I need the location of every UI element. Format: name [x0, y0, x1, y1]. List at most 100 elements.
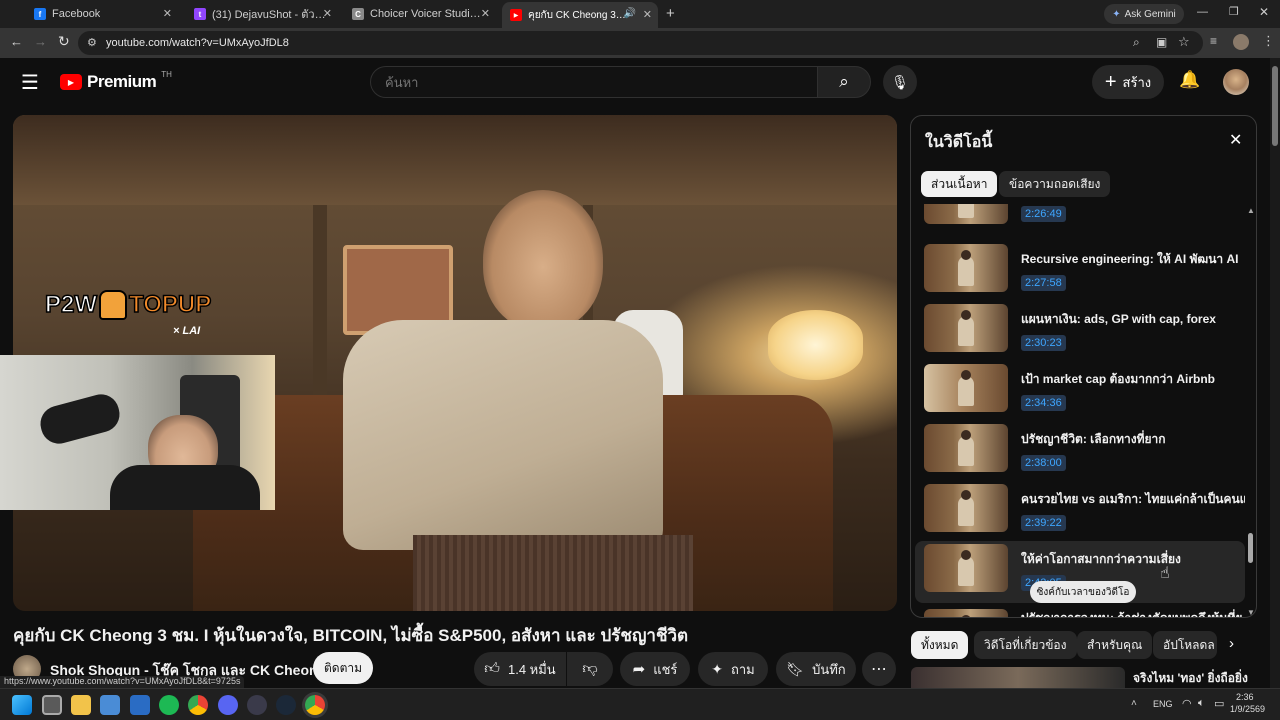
chrome-icon[interactable]: [188, 695, 208, 715]
task-view-icon[interactable]: [42, 695, 62, 715]
search-button[interactable]: ⌕: [817, 66, 871, 98]
chapter-time[interactable]: 2:27:58: [1021, 275, 1066, 291]
input-language[interactable]: ENG: [1153, 699, 1173, 709]
hamburger-menu-icon[interactable]: ☰: [21, 70, 39, 95]
chip-transcript[interactable]: ข้อความถอดเสียง: [999, 171, 1111, 197]
battery-icon[interactable]: ▭: [1214, 697, 1224, 710]
new-tab-button[interactable]: +: [666, 5, 675, 22]
profile-avatar[interactable]: [1233, 34, 1249, 50]
chapters-list[interactable]: 2:26:49 Recursive engineering: ให้ AI พั…: [911, 204, 1245, 617]
browser-menu-icon[interactable]: ⋮: [1262, 33, 1275, 49]
chapter-time[interactable]: 2:38:00: [1021, 455, 1066, 471]
chip-for-you[interactable]: สำหรับคุณ: [1077, 631, 1153, 659]
steam-icon[interactable]: [276, 695, 296, 715]
reading-list-icon[interactable]: ≡: [1210, 34, 1217, 48]
app-icon[interactable]: [247, 695, 267, 715]
restore-icon[interactable]: ❐: [1229, 5, 1239, 18]
chapter-title: แผนหาเงิน: ads, GP with cap, forex: [1021, 312, 1216, 326]
back-icon[interactable]: ←: [10, 34, 23, 49]
cast-icon[interactable]: ▣: [1156, 35, 1167, 49]
discord-icon[interactable]: [218, 695, 238, 715]
clock-time[interactable]: 2:36: [1236, 692, 1254, 702]
file-explorer-icon[interactable]: [71, 695, 91, 715]
chip-related[interactable]: วิดีโอที่เกี่ยวข้อง: [974, 631, 1077, 659]
url-text: youtube.com/watch?v=UMxAyoJfDL8: [106, 37, 289, 49]
panel-title: ในวิดีโอนี้: [925, 134, 993, 151]
search-input[interactable]: [370, 66, 818, 98]
chapter-item[interactable]: ปรัชญาชีวิต: เลือกทางที่ยาก 2:38:00: [924, 424, 1244, 480]
tab-title: Choicer Voicer Studio — Free C: [370, 8, 482, 20]
chip-chapters[interactable]: ส่วนเนื้อหา: [921, 171, 998, 197]
calculator-icon[interactable]: [100, 695, 120, 715]
more-actions-button[interactable]: ⋯: [862, 652, 896, 686]
person-trousers: [413, 535, 693, 611]
panel-scrollbar-thumb[interactable]: [1248, 533, 1253, 563]
close-tab-icon[interactable]: ✕: [163, 7, 172, 20]
tab-title: คุยกับ CK Cheong 3 ชม. I หุ้น: [528, 9, 628, 21]
outlook-icon[interactable]: [130, 695, 150, 715]
chapter-item[interactable]: เป้า market cap ต้องมากกว่า Airbnb 2:34:…: [924, 364, 1244, 420]
dislike-button[interactable]: 👎︎: [567, 652, 613, 686]
page-scrollbar-thumb[interactable]: [1272, 66, 1278, 146]
chrome-active-icon[interactable]: [305, 695, 325, 715]
scroll-up-arrow-icon[interactable]: ▲: [1247, 206, 1255, 215]
notifications-bell-icon[interactable]: 🔔: [1179, 70, 1200, 90]
spotify-icon[interactable]: [159, 695, 179, 715]
chapter-item[interactable]: คนรวยไทย vs อเมริกา: ไทยแค่กล้าเป็นคนแรก…: [924, 484, 1245, 540]
account-avatar[interactable]: [1223, 69, 1249, 95]
chapter-time[interactable]: 2:26:49: [1021, 206, 1066, 222]
close-tab-icon[interactable]: ✕: [643, 8, 652, 21]
search-icon: ⌕: [839, 72, 849, 91]
chapter-time[interactable]: 2:30:23: [1021, 335, 1066, 351]
clock-date[interactable]: 1/9/2569: [1230, 704, 1265, 714]
save-button[interactable]: 🔖︎ บันทึก: [776, 652, 856, 686]
page-scrollbar[interactable]: [1270, 58, 1280, 688]
like-count: 1.4 หมื่น: [507, 661, 556, 677]
minimize-icon[interactable]: —: [1197, 6, 1208, 18]
thumbs-up-icon: 👍︎: [484, 660, 500, 677]
scroll-down-arrow-icon[interactable]: ▼: [1247, 608, 1255, 617]
chapter-item[interactable]: แผนหาเงิน: ads, GP with cap, forex 2:30:…: [924, 304, 1244, 360]
tab-choicer-voicer[interactable]: C Choicer Voicer Studio — Free C ✕: [344, 3, 496, 25]
tray-chevron-icon[interactable]: ˄: [1131, 698, 1137, 709]
create-button[interactable]: + สร้าง: [1092, 65, 1164, 99]
chapter-time[interactable]: 2:39:22: [1021, 515, 1066, 531]
volume-icon[interactable]: 🔈︎: [1198, 697, 1205, 710]
close-window-icon[interactable]: ✕: [1259, 5, 1269, 19]
address-bar[interactable]: ⚙ youtube.com/watch?v=UMxAyoJfDL8 ⌕ ▣ ☆: [78, 31, 1203, 55]
close-panel-icon[interactable]: ✕: [1229, 130, 1242, 150]
zoom-icon[interactable]: ⌕: [1133, 35, 1140, 50]
tab-facebook[interactable]: f Facebook ✕: [26, 3, 178, 25]
forward-icon[interactable]: →: [34, 34, 47, 49]
related-video-title[interactable]: จริงไหม 'ทอง' ยิ่งถือยิ่ง: [1133, 669, 1248, 688]
tab-dejavushot[interactable]: t (31) DejavuShot - ตัวสร้างวิดีโอ - ✕: [186, 3, 338, 25]
chapter-thumbnail: [924, 544, 1008, 592]
wifi-icon[interactable]: ◠: [1182, 697, 1192, 710]
hand-cursor-icon: ☝: [1160, 565, 1170, 582]
brand-topup: TOPUP: [128, 290, 212, 319]
tab-youtube-active[interactable]: ▶ คุยกับ CK Cheong 3 ชม. I หุ้น 🔊 ✕: [502, 2, 658, 28]
chevron-right-icon[interactable]: ›: [1229, 635, 1234, 652]
chip-all[interactable]: ทั้งหมด: [911, 631, 969, 659]
voice-search-button[interactable]: 🎙: [883, 65, 917, 99]
close-tab-icon[interactable]: ✕: [323, 7, 332, 20]
subscribe-button[interactable]: ติดตาม: [313, 652, 373, 684]
chip-uploads[interactable]: อัปโหลดล: [1153, 631, 1217, 659]
like-button[interactable]: 👍︎ 1.4 หมื่น: [474, 652, 566, 686]
audio-playing-icon[interactable]: 🔊: [624, 8, 636, 19]
chapter-time[interactable]: 2:34:36: [1021, 395, 1066, 411]
tab-title: (31) DejavuShot - ตัวสร้างวิดีโอ -: [212, 9, 330, 21]
ask-button[interactable]: ✦ ถาม: [698, 652, 768, 686]
bookmark-star-icon[interactable]: ☆: [1178, 34, 1190, 50]
related-video-thumbnail[interactable]: [911, 667, 1125, 688]
chapter-item[interactable]: Recursive engineering: ให้ AI พัฒนา AI 2…: [924, 244, 1244, 300]
chapter-item[interactable]: ปรัชญาการลงทุน: ถ้าช่างตัดผมพูดถึงหุ้นที…: [924, 609, 1244, 617]
close-tab-icon[interactable]: ✕: [481, 7, 490, 20]
site-info-icon[interactable]: ⚙: [87, 36, 97, 49]
reload-icon[interactable]: ↻: [58, 33, 70, 50]
share-button[interactable]: ➦ แชร์: [620, 652, 690, 686]
ask-gemini-button[interactable]: ✦ Ask Gemini: [1104, 4, 1184, 24]
youtube-premium-logo[interactable]: ▶ Premium TH: [60, 70, 172, 92]
start-windows-icon[interactable]: [12, 695, 32, 715]
gemini-icon: ✦: [1112, 8, 1121, 20]
